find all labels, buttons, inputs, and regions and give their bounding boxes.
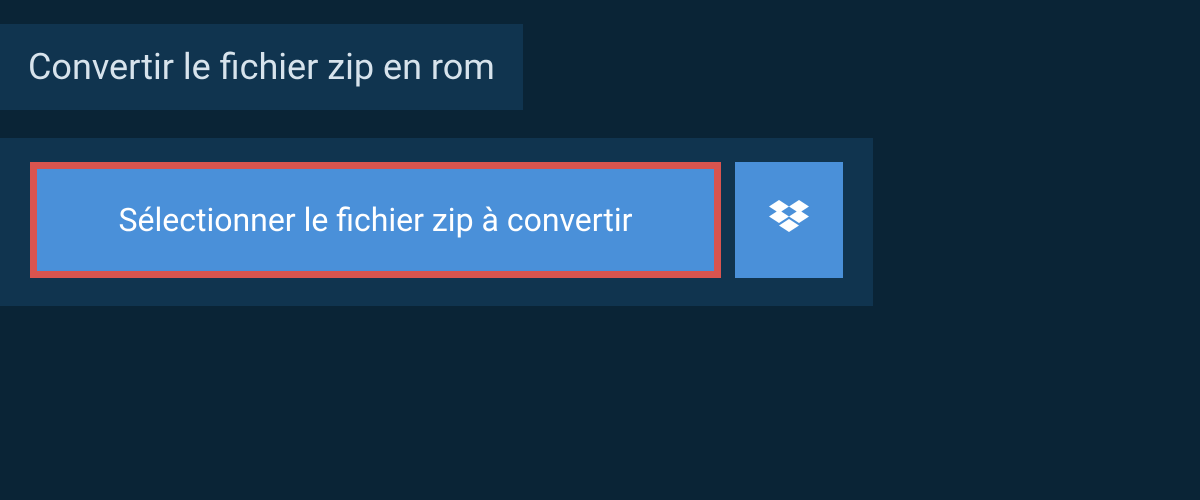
dropbox-button[interactable] — [735, 162, 843, 278]
select-file-button[interactable]: Sélectionner le fichier zip à convertir — [30, 162, 721, 278]
select-file-label: Sélectionner le fichier zip à convertir — [119, 201, 633, 239]
dropbox-icon — [769, 200, 809, 240]
action-panel: Sélectionner le fichier zip à convertir — [0, 138, 873, 306]
title-bar: Convertir le fichier zip en rom — [0, 24, 523, 110]
page-title: Convertir le fichier zip en rom — [28, 46, 495, 88]
